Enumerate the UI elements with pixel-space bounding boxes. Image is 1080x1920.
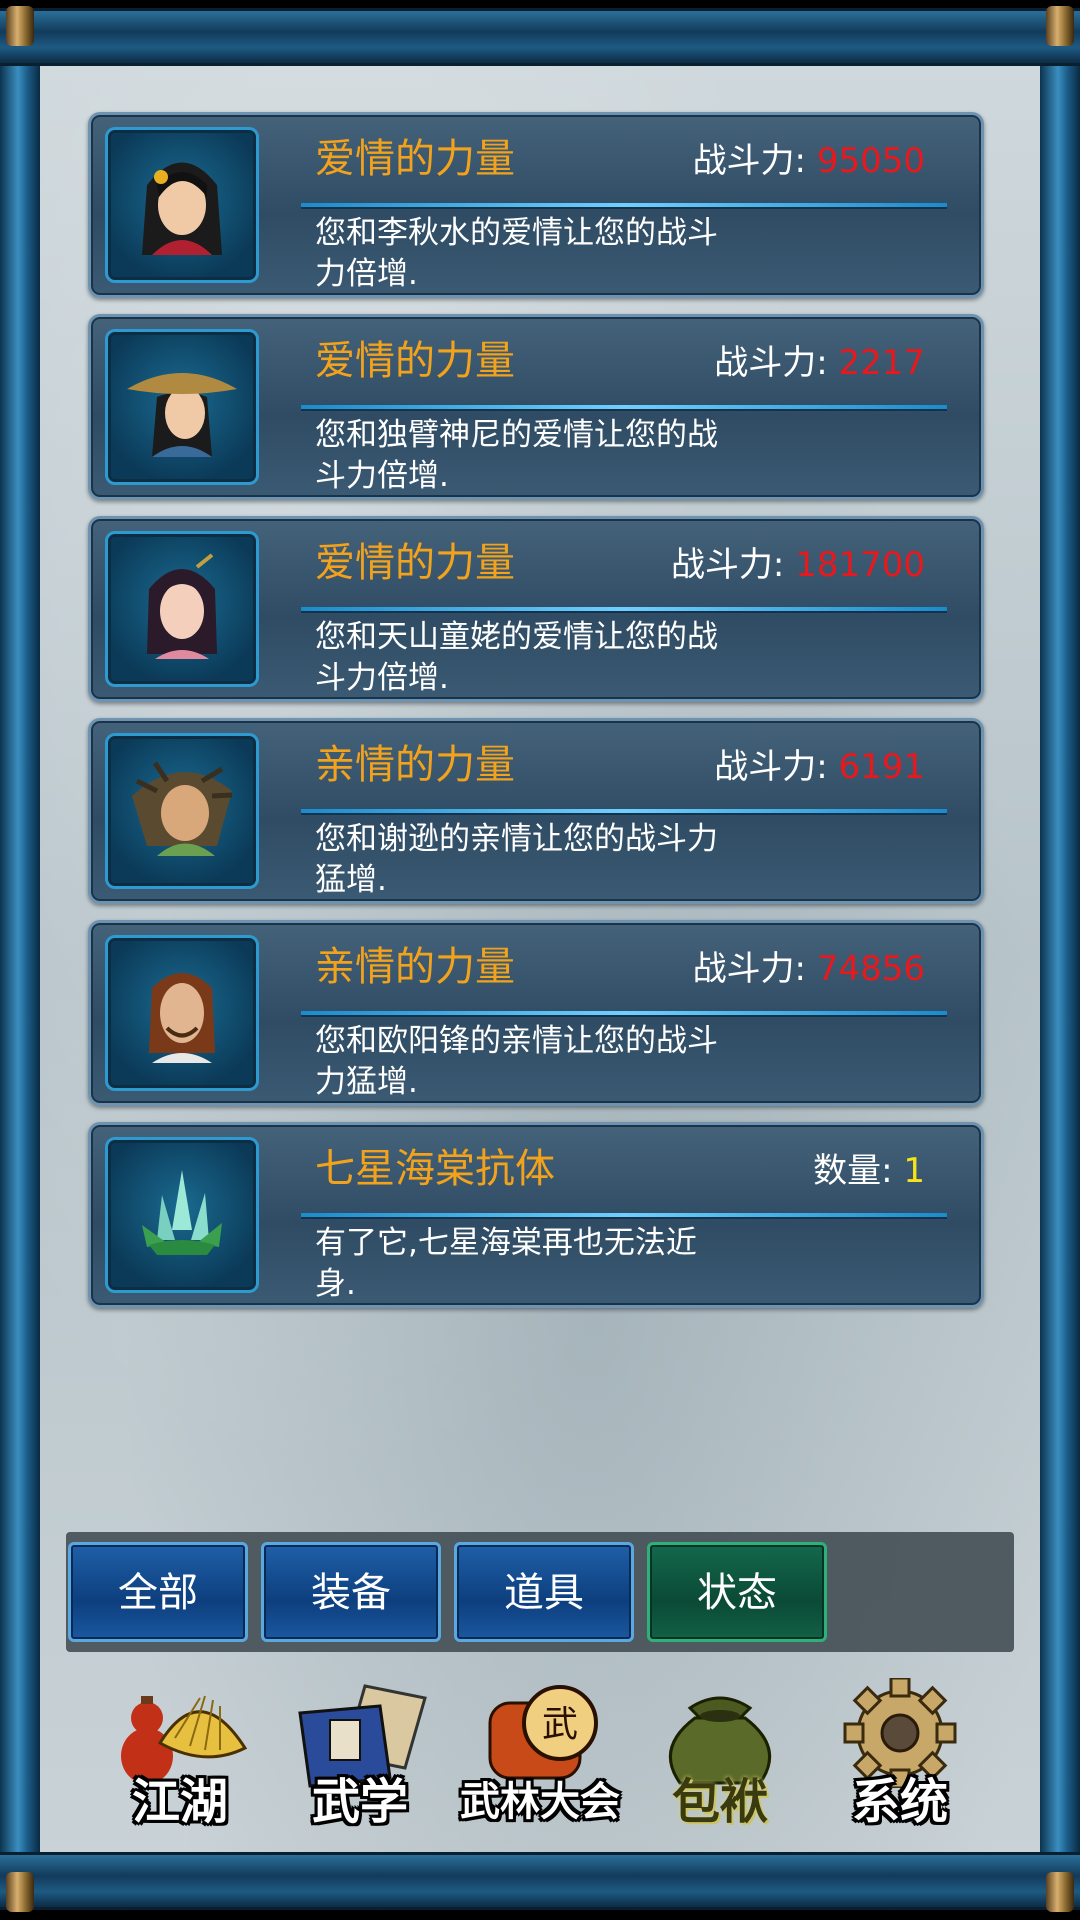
card-title: 爱情的力量: [315, 338, 515, 384]
card-description: 您和独臂神尼的爱情让您的战斗力倍增.: [315, 417, 718, 494]
nav-wulin-dahui[interactable]: 武 武林大会: [450, 1660, 630, 1830]
nav-label: 江湖: [131, 1774, 228, 1830]
stat-label: 战斗力:: [692, 949, 817, 989]
status-card[interactable]: 亲情的力量 战斗力: 74856 您和欧阳锋的亲情让您的战斗力猛增.: [88, 920, 984, 1106]
nav-baofu[interactable]: 包袱: [630, 1660, 810, 1830]
card-stat: 数量: 1: [813, 1151, 925, 1191]
nav-label: 武学: [311, 1774, 408, 1830]
stat-value: 74856: [816, 949, 925, 989]
nav-system[interactable]: 系统: [810, 1660, 990, 1830]
scroll-bar-bottom: [0, 1852, 1080, 1910]
card-stat: 战斗力: 2217: [714, 343, 925, 383]
card-description: 您和李秋水的爱情让您的战斗力倍增.: [315, 215, 718, 292]
stat-value: 95050: [816, 141, 925, 181]
card-stat: 战斗力: 181700: [671, 545, 925, 585]
stat-value: 1: [903, 1151, 925, 1191]
card-title: 亲情的力量: [315, 742, 515, 788]
nav-label: 武林大会: [460, 1778, 620, 1825]
straw-hat-woman-portrait-icon: [105, 329, 259, 485]
scroll-bar-top: [0, 8, 1080, 66]
stat-label: 战斗力:: [692, 141, 817, 181]
divider: [301, 1213, 947, 1219]
divider: [301, 607, 947, 613]
nav-jianghu[interactable]: 江湖: [90, 1660, 270, 1830]
status-card[interactable]: 爱情的力量 战斗力: 95050 您和李秋水的爱情让您的战斗力倍增.: [88, 112, 984, 298]
tab-items[interactable]: 道具: [454, 1542, 634, 1642]
card-stat: 战斗力: 74856: [693, 949, 925, 989]
war-drum-icon: 武: [488, 1685, 598, 1780]
svg-text:武: 武: [542, 1704, 578, 1745]
card-description: 有了它,七星海棠再也无法近身.: [315, 1225, 697, 1302]
card-description: 您和谢逊的亲情让您的战斗力猛增.: [315, 821, 718, 898]
status-card[interactable]: 亲情的力量 战斗力: 6191 您和谢逊的亲情让您的战斗力猛增.: [88, 718, 984, 904]
card-stat: 战斗力: 95050: [693, 141, 925, 181]
stat-value: 181700: [795, 545, 925, 585]
card-title: 亲情的力量: [315, 944, 515, 990]
woman-portrait-icon: [105, 127, 259, 283]
scroll-cap-icon: [6, 6, 34, 46]
card-title: 爱情的力量: [315, 136, 515, 182]
wild-haired-man-portrait-icon: [105, 733, 259, 889]
nav-wuxue[interactable]: 武学: [270, 1660, 450, 1830]
divider: [301, 1011, 947, 1017]
green-crystal-icon: [105, 1137, 259, 1293]
nav-label: 系统: [851, 1774, 948, 1830]
scroll-rod-right: [1040, 10, 1080, 1910]
scroll-rod-left: [0, 10, 40, 1910]
man-portrait-icon: [105, 935, 259, 1091]
tab-equipment[interactable]: 装备: [261, 1542, 441, 1642]
stat-label: 数量:: [813, 1151, 904, 1191]
card-stat: 战斗力: 6191: [714, 747, 925, 787]
scroll-cap-icon: [1046, 6, 1074, 46]
card-description: 您和天山童姥的爱情让您的战斗力倍增.: [315, 619, 718, 696]
scroll-cap-icon: [6, 1872, 34, 1912]
card-title: 爱情的力量: [315, 540, 515, 586]
stat-label: 战斗力:: [714, 747, 839, 787]
divider: [301, 809, 947, 815]
stat-label: 战斗力:: [670, 545, 796, 585]
status-card[interactable]: 爱情的力量 战斗力: 2217 您和独臂神尼的爱情让您的战斗力倍增.: [88, 314, 984, 500]
tab-all[interactable]: 全部: [68, 1542, 248, 1642]
card-title: 七星海棠抗体: [315, 1146, 555, 1192]
card-description: 您和欧阳锋的亲情让您的战斗力猛增.: [315, 1023, 718, 1100]
divider: [301, 203, 947, 209]
gear-icon: [843, 1678, 957, 1788]
martial-book-icon: [298, 1684, 427, 1788]
scroll-cap-icon: [1046, 1872, 1074, 1912]
divider: [301, 405, 947, 411]
cloth-bag-icon: [668, 1696, 772, 1785]
status-card[interactable]: 七星海棠抗体 数量: 1 有了它,七星海棠再也无法近身.: [88, 1122, 984, 1308]
tab-status[interactable]: 状态: [647, 1542, 827, 1642]
status-card[interactable]: 爱情的力量 战斗力: 181700 您和天山童姥的爱情让您的战斗力倍增.: [88, 516, 984, 702]
stat-label: 战斗力:: [714, 343, 839, 383]
gourd-straw-hat-icon: [121, 1695, 248, 1784]
stat-value: 2217: [838, 343, 925, 383]
stat-value: 6191: [838, 747, 925, 787]
girl-portrait-icon: [105, 531, 259, 687]
nav-label: 包袱: [671, 1774, 768, 1830]
